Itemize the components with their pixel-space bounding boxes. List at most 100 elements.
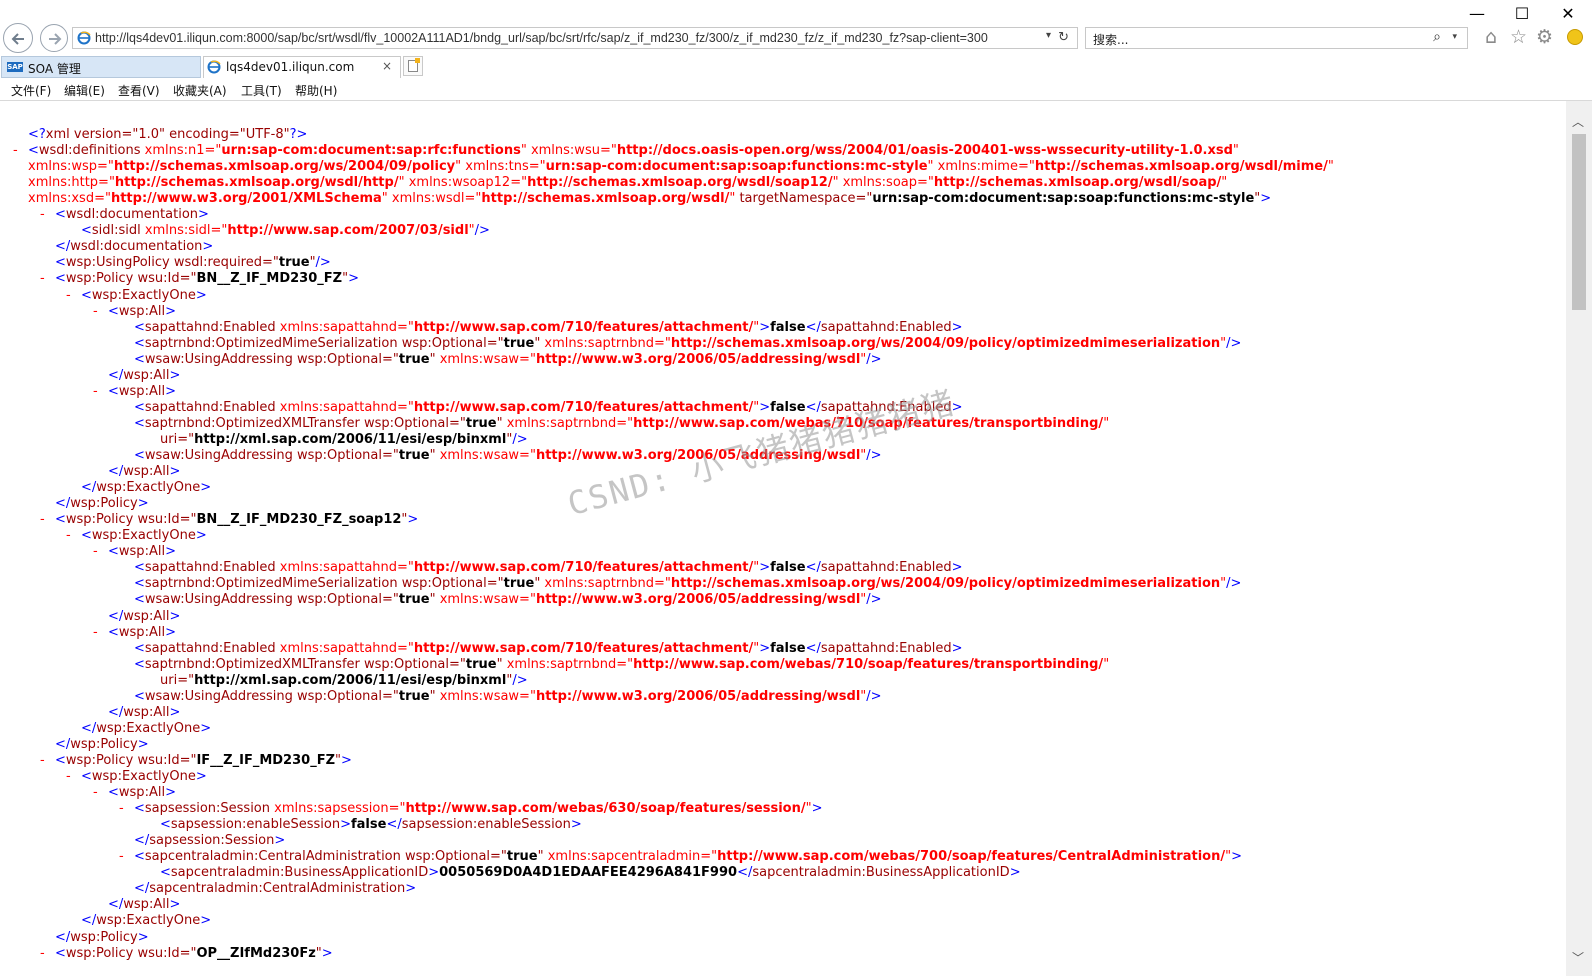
address-bar[interactable]: http://lqs4dev01.iliqun.com:8000/sap/bc/… bbox=[72, 27, 1078, 49]
xml-token: sapattahnd:Enabled bbox=[144, 641, 276, 656]
home-icon[interactable]: ⌂ bbox=[1485, 27, 1497, 47]
xml-token: wsp:Optional=" bbox=[397, 576, 504, 591]
xml-line: <wsdl:definitions xmlns:n1="urn:sap-com:… bbox=[28, 143, 1239, 159]
back-button[interactable] bbox=[3, 23, 33, 53]
xml-line: <wsaw:UsingAddressing wsp:Optional="true… bbox=[134, 352, 882, 368]
xml-token: saptrnbnd:OptimizedXMLTransfer bbox=[144, 657, 360, 672]
xml-token: wsdl:required=" bbox=[169, 255, 279, 270]
collapse-toggle[interactable]: - bbox=[40, 946, 45, 962]
tab-close-icon[interactable]: × bbox=[382, 59, 392, 73]
xml-token: sapsession:enableSession bbox=[170, 817, 341, 832]
xml-token: sapattahnd:Enabled bbox=[820, 320, 952, 335]
minimize-button[interactable]: — bbox=[1462, 2, 1492, 26]
tab-strip: SAP SOA 管理 lqs4dev01.iliqun.com × bbox=[0, 56, 1592, 78]
xml-token: http://www.sap.com/710/features/attachme… bbox=[413, 320, 754, 335]
xml-token: /> bbox=[866, 592, 882, 607]
xml-token: /> bbox=[512, 673, 528, 688]
xml-token: < bbox=[28, 143, 39, 158]
collapse-toggle[interactable]: - bbox=[66, 769, 71, 785]
collapse-toggle[interactable]: - bbox=[40, 207, 45, 223]
collapse-toggle[interactable]: - bbox=[40, 271, 45, 287]
collapse-toggle[interactable]: - bbox=[40, 753, 45, 769]
xml-token: > bbox=[137, 496, 149, 511]
xml-token: > bbox=[169, 705, 181, 720]
xml-token: http://docs.oasis-open.org/wss/2004/01/o… bbox=[616, 143, 1233, 158]
search-input[interactable]: 搜索... ⌕ ▾ bbox=[1085, 27, 1468, 49]
scroll-thumb[interactable] bbox=[1572, 134, 1586, 310]
xml-token: xmlns:sapattahnd=" bbox=[275, 400, 414, 415]
new-tab-button[interactable] bbox=[403, 56, 423, 76]
xml-token: wsp:All bbox=[118, 544, 166, 559]
xml-line: <saptrnbnd:OptimizedXMLTransfer wsp:Opti… bbox=[134, 657, 1109, 673]
xml-token: /> bbox=[474, 223, 490, 238]
scroll-up-icon[interactable]: ︿ bbox=[1572, 113, 1584, 130]
menu-edit[interactable]: 编辑(E) bbox=[64, 82, 105, 99]
tab-label: lqs4dev01.iliqun.com bbox=[226, 60, 355, 74]
xml-token: > bbox=[340, 817, 351, 832]
xml-token: http://www.sap.com/webas/700/soap/featur… bbox=[717, 849, 1226, 864]
settings-gear-icon[interactable]: ⚙ bbox=[1536, 27, 1553, 47]
xml-token: http://schemas.xmlsoap.org/wsdl/ bbox=[481, 191, 730, 206]
xml-line: </wsp:ExactlyOne> bbox=[81, 721, 211, 737]
menu-favorites[interactable]: 收藏夹(A) bbox=[173, 82, 227, 99]
ie-page-icon bbox=[77, 31, 91, 45]
collapse-toggle[interactable]: - bbox=[93, 304, 98, 320]
menu-view[interactable]: 查看(V) bbox=[118, 82, 160, 99]
tab-soa-management[interactable]: SAP SOA 管理 bbox=[1, 56, 201, 78]
collapse-toggle[interactable]: - bbox=[66, 528, 71, 544]
collapse-toggle[interactable]: - bbox=[119, 801, 124, 817]
vertical-scrollbar[interactable]: ︿ ﹀ bbox=[1566, 101, 1592, 976]
xml-token: sapsession:Session bbox=[144, 801, 270, 816]
xml-token: http://www.w3.org/2001/XMLSchema bbox=[110, 191, 382, 206]
xml-token: xmlns:sidl=" bbox=[140, 223, 228, 238]
xml-token: wsp:Optional=" bbox=[400, 849, 507, 864]
collapse-toggle[interactable]: - bbox=[40, 512, 45, 528]
xml-token: xmlns:saptrnbnd=" bbox=[502, 416, 634, 431]
favorites-star-icon[interactable]: ☆ bbox=[1510, 27, 1527, 47]
collapse-toggle[interactable]: - bbox=[119, 849, 124, 865]
collapse-toggle[interactable]: - bbox=[93, 544, 98, 560]
collapse-toggle[interactable]: - bbox=[93, 785, 98, 801]
xml-token: > bbox=[1260, 191, 1272, 206]
xml-token: < bbox=[108, 384, 119, 399]
xml-line: <wsp:All> bbox=[108, 785, 176, 801]
forward-button[interactable] bbox=[40, 24, 68, 52]
xml-token: < bbox=[134, 352, 145, 367]
xml-line: </wsp:Policy> bbox=[55, 930, 149, 946]
xml-token: OP__ZIfMd230Fz bbox=[196, 946, 316, 961]
xml-line: <wsp:Policy wsu:Id="IF__Z_IF_MD230_FZ"> bbox=[55, 753, 352, 769]
xml-token: < bbox=[134, 657, 145, 672]
xml-token: sapattahnd:Enabled bbox=[144, 560, 276, 575]
xml-token: http://schemas.xmlsoap.org/wsdl/soap/ bbox=[933, 175, 1222, 190]
menu-bar: 文件(F) 编辑(E) 查看(V) 收藏夹(A) 工具(T) 帮助(H) bbox=[0, 79, 1592, 101]
xml-token: wsaw:UsingAddressing bbox=[144, 592, 293, 607]
xml-token: ?> bbox=[289, 127, 308, 142]
menu-help[interactable]: 帮助(H) bbox=[295, 82, 337, 99]
menu-file[interactable]: 文件(F) bbox=[11, 82, 51, 99]
xml-line: <wsaw:UsingAddressing wsp:Optional="true… bbox=[134, 689, 882, 705]
collapse-toggle[interactable]: - bbox=[13, 143, 18, 159]
close-window-button[interactable]: ✕ bbox=[1553, 2, 1583, 26]
collapse-toggle[interactable]: - bbox=[93, 625, 98, 641]
xml-token: wsp:Optional=" bbox=[397, 336, 504, 351]
collapse-toggle[interactable]: - bbox=[66, 288, 71, 304]
refresh-icon[interactable]: ↻ bbox=[1058, 30, 1069, 45]
search-dropdown-icon[interactable]: ▾ bbox=[1452, 32, 1457, 42]
xml-token: sapattahnd:Enabled bbox=[820, 560, 952, 575]
address-dropdown-icon[interactable]: ▾ bbox=[1046, 30, 1051, 41]
smiley-feedback-icon[interactable] bbox=[1567, 29, 1583, 45]
search-icon[interactable]: ⌕ bbox=[1433, 29, 1441, 45]
menu-tools[interactable]: 工具(T) bbox=[241, 82, 282, 99]
scroll-down-icon[interactable]: ﹀ bbox=[1572, 949, 1584, 966]
xml-token: wsaw:UsingAddressing bbox=[144, 352, 293, 367]
xml-token: sapcentraladmin:CentralAdministration bbox=[144, 849, 401, 864]
maximize-button[interactable]: ☐ bbox=[1507, 2, 1537, 26]
xml-token: wsp:All bbox=[118, 785, 166, 800]
xml-token: </ bbox=[134, 833, 150, 848]
xml-token: wsp:All bbox=[123, 464, 170, 479]
collapse-toggle[interactable]: - bbox=[93, 384, 98, 400]
xml-token: </ bbox=[108, 705, 124, 720]
tab-lqs4dev01[interactable]: lqs4dev01.iliqun.com × bbox=[203, 56, 401, 78]
xml-line: <wsp:Policy wsu:Id="BN__Z_IF_MD230_FZ_so… bbox=[55, 512, 418, 528]
xml-token: wsp:ExactlyOne bbox=[91, 288, 196, 303]
